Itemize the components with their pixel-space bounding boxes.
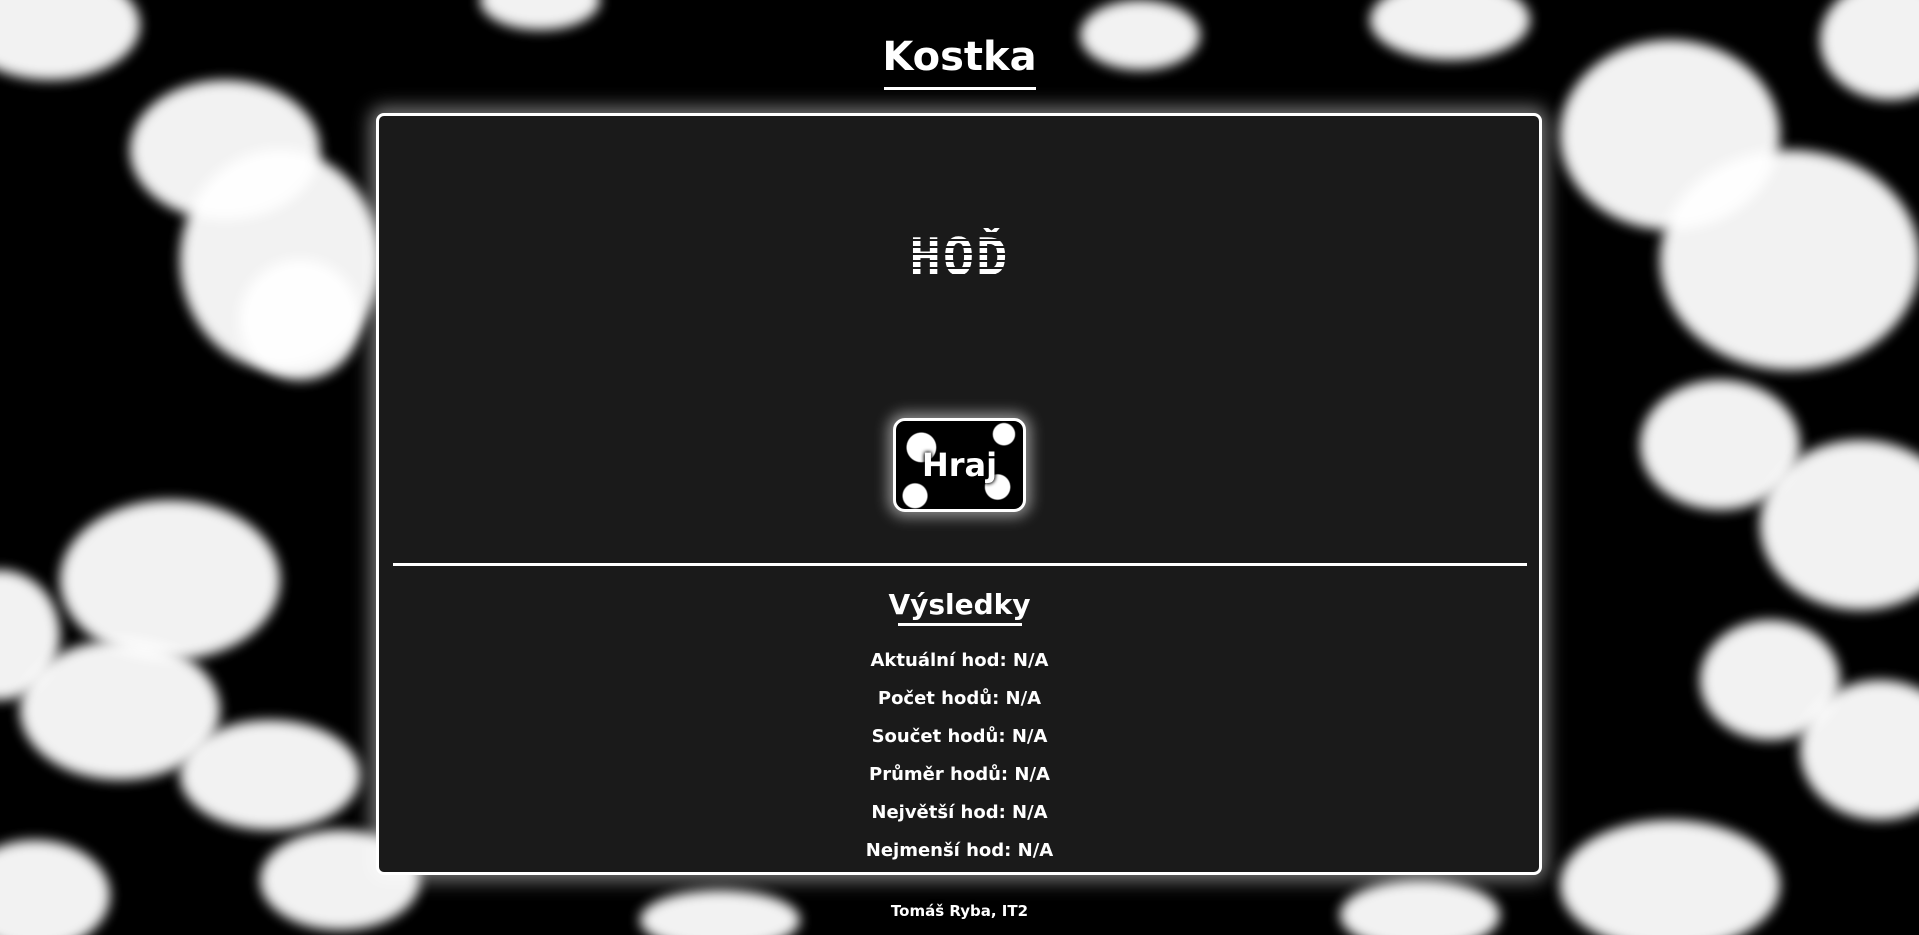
stat-current-roll: Aktuální hod: N/A	[870, 650, 1049, 671]
dice-display: HOĎ	[0, 228, 1919, 288]
stat-max-roll: Největší hod: N/A	[871, 802, 1048, 823]
title-underline	[884, 87, 1036, 90]
stat-roll-sum: Součet hodů: N/A	[871, 726, 1048, 747]
page-root: Kostka HOĎ Hraj Výsledky Aktuální hod: N…	[0, 0, 1919, 935]
footer-credit: Tomáš Ryba, IT2	[890, 902, 1029, 920]
play-button-label: Hraj	[921, 446, 998, 484]
stat-roll-average: Průměr hodů: N/A	[869, 764, 1050, 785]
dice-display-text: HOĎ	[909, 228, 1010, 288]
results-list: Aktuální hod: N/A Počet hodů: N/A Součet…	[0, 648, 1919, 876]
results-title: Výsledky	[888, 588, 1031, 621]
stat-roll-count: Počet hodů: N/A	[877, 688, 1042, 709]
stat-min-roll: Nejmenší hod: N/A	[865, 840, 1054, 861]
page-title: Kostka	[882, 34, 1037, 80]
section-divider	[393, 563, 1527, 566]
results-title-underline	[898, 623, 1022, 626]
play-button[interactable]: Hraj	[893, 418, 1026, 512]
